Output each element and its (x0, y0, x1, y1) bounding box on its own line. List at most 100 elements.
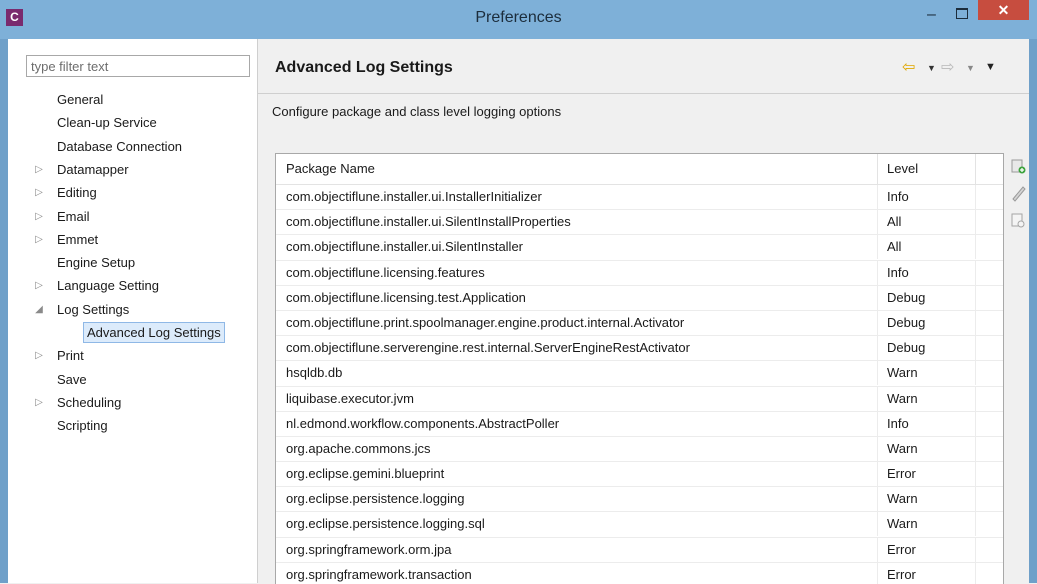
package-name-cell: com.objectiflune.installer.ui.SilentInst… (276, 235, 878, 260)
tree-item-label: Scripting (57, 418, 108, 434)
level-cell: Error (877, 462, 976, 487)
preference-page: Advanced Log Settings ⇦ ▼ ⇨ ▼ ▼ Configur… (258, 39, 1029, 584)
minimize-button[interactable]: – (917, 6, 946, 27)
tree-item[interactable]: Database Connection (8, 135, 257, 158)
expand-arrow-icon[interactable]: ▷ (34, 391, 44, 414)
tree-item-label: Datamapper (57, 161, 129, 177)
expand-arrow-icon[interactable]: ▷ (34, 205, 44, 228)
expand-arrow-icon[interactable]: ▷ (34, 274, 44, 297)
view-menu-icon[interactable]: ▼ (985, 61, 996, 73)
tree-item[interactable]: ▷ Language Setting (8, 274, 257, 297)
tree-item[interactable]: ▷ Scheduling (8, 391, 257, 414)
dialog-client-area: General Clean-up Service Database Connecti… (8, 39, 1029, 584)
page-header: Advanced Log Settings ⇦ ▼ ⇨ ▼ ▼ (258, 39, 1029, 94)
forward-arrow-icon[interactable]: ⇨ (941, 57, 954, 77)
package-name-cell: org.eclipse.gemini.blueprint (276, 462, 878, 487)
tree-item-label: Print (57, 348, 84, 364)
package-name-cell: com.objectiflune.installer.ui.SilentInst… (276, 210, 878, 235)
remove-entry-icon[interactable] (1010, 211, 1026, 229)
expand-arrow-icon[interactable]: ▷ (34, 158, 44, 181)
title-bar[interactable]: C Preferences – ✕ (0, 0, 1037, 39)
level-cell: All (877, 210, 976, 235)
tree-item-label: Scheduling (57, 394, 122, 410)
tree-item[interactable]: Engine Setup (8, 251, 257, 274)
package-name-cell: org.springframework.transaction (276, 562, 878, 584)
table-row[interactable]: nl.edmond.workflow.components.AbstractPo… (276, 411, 1003, 437)
table-row[interactable]: com.objectiflune.serverengine.rest.inter… (276, 336, 1003, 362)
table-row[interactable]: hsqldb.db Warn (276, 361, 1003, 387)
level-cell: Warn (877, 487, 976, 512)
package-name-cell: hsqldb.db (276, 361, 878, 386)
tree-item[interactable]: ▷ Emmet (8, 228, 257, 251)
table-row[interactable]: org.eclipse.persistence.logging.sql Warn (276, 512, 1003, 538)
table-row[interactable]: com.objectiflune.licensing.features Info (276, 260, 1003, 286)
tree-item[interactable]: ▷ Print (8, 344, 257, 367)
tree-item-label: Clean-up Service (57, 115, 157, 131)
tree-item[interactable]: General (8, 88, 257, 111)
maximize-icon (955, 8, 968, 19)
table-row[interactable]: liquibase.executor.jvm Warn (276, 386, 1003, 412)
package-name-cell: com.objectiflune.serverengine.rest.inter… (276, 336, 878, 361)
table-row[interactable]: org.eclipse.persistence.logging Warn (276, 487, 1003, 513)
collapse-arrow-icon[interactable]: ◢ (34, 298, 44, 321)
table-row[interactable]: org.eclipse.gemini.blueprint Error (276, 462, 1003, 488)
tree-item[interactable]: Scripting (8, 414, 257, 437)
tree-item[interactable]: Advanced Log Settings (8, 321, 257, 344)
preference-tree-pane: General Clean-up Service Database Connecti… (8, 39, 258, 583)
tree-item[interactable]: Save (8, 368, 257, 391)
back-history-dropdown-icon[interactable]: ▼ (927, 63, 936, 73)
tree-item-label: Language Setting (57, 278, 159, 294)
level-cell: Error (877, 562, 976, 584)
package-name-cell: com.objectiflune.licensing.features (276, 260, 878, 285)
column-header-package[interactable]: Package Name (276, 154, 878, 184)
tree-item[interactable]: ▷ Email (8, 205, 257, 228)
tree-item-label: Database Connection (57, 138, 183, 154)
log-settings-table[interactable]: Package Name Level com.objectiflune.inst… (275, 153, 1004, 584)
package-name-cell: org.apache.commons.jcs (276, 436, 878, 461)
tree-item-label: Engine Setup (57, 255, 136, 271)
close-button[interactable]: ✕ (978, 0, 1029, 20)
back-arrow-icon[interactable]: ⇦ (902, 57, 915, 77)
maximize-button[interactable] (947, 4, 976, 25)
table-row[interactable]: org.springframework.transaction Error (276, 562, 1003, 584)
expand-arrow-icon[interactable]: ▷ (34, 228, 44, 251)
level-cell: Debug (877, 310, 976, 335)
expand-arrow-icon[interactable]: ▷ (34, 181, 44, 204)
table-row[interactable]: org.springframework.orm.jpa Error (276, 537, 1003, 563)
package-name-cell: nl.edmond.workflow.components.AbstractPo… (276, 411, 878, 436)
preferences-window: C Preferences – ✕ General Clean-up Servic… (0, 0, 1037, 584)
filter-input[interactable] (26, 55, 250, 77)
level-cell: Warn (877, 436, 976, 461)
tree-item-label: Email (57, 208, 90, 224)
package-name-cell: liquibase.executor.jvm (276, 386, 878, 411)
level-cell: Warn (877, 386, 976, 411)
level-cell: Debug (877, 285, 976, 310)
edit-pencil-icon[interactable] (1010, 184, 1026, 202)
tree-item[interactable]: ▷ Editing (8, 181, 257, 204)
table-row[interactable]: org.apache.commons.jcs Warn (276, 436, 1003, 463)
level-cell: Warn (877, 512, 976, 537)
level-cell: All (877, 235, 976, 260)
page-title: Advanced Log Settings (275, 59, 453, 76)
level-cell: Info (877, 260, 976, 285)
tree-item[interactable]: ▷ Datamapper (8, 158, 257, 181)
package-name-cell: com.objectiflune.licensing.test.Applicat… (276, 285, 878, 310)
table-row[interactable]: com.objectiflune.print.spoolmanager.engi… (276, 310, 1003, 337)
tree-item-label: General (57, 92, 104, 107)
package-name-cell: org.eclipse.persistence.logging (276, 487, 878, 512)
table-row[interactable]: com.objectiflune.licensing.test.Applicat… (276, 285, 1003, 311)
add-entry-icon[interactable] (1010, 157, 1026, 175)
tree-item[interactable]: Clean-up Service (8, 111, 257, 134)
column-header-level[interactable]: Level (877, 154, 976, 184)
tree-item-label: Save (57, 371, 87, 387)
tree-item-label: Emmet (57, 231, 99, 247)
forward-history-dropdown-icon[interactable]: ▼ (966, 63, 975, 73)
level-cell: Debug (877, 336, 976, 361)
header-divider (258, 93, 1029, 94)
tree-item[interactable]: ◢ Log Settings (8, 298, 257, 321)
table-row[interactable]: com.objectiflune.installer.ui.SilentInst… (276, 235, 1003, 261)
tree-item-label: Editing (57, 185, 97, 201)
table-row[interactable]: com.objectiflune.installer.ui.InstallerI… (276, 185, 1003, 211)
expand-arrow-icon[interactable]: ▷ (34, 344, 44, 367)
table-row[interactable]: com.objectiflune.installer.ui.SilentInst… (276, 210, 1003, 236)
